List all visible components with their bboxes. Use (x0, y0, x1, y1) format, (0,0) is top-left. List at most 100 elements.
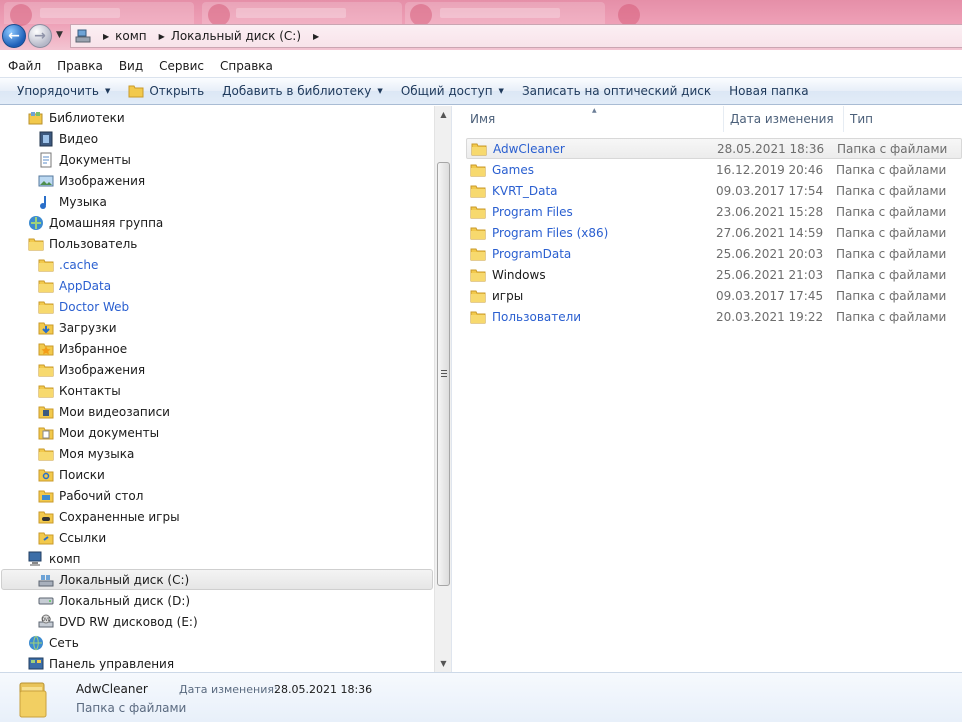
column-header-name[interactable]: Имя (452, 106, 724, 132)
folder-icon (470, 163, 486, 177)
nav-item[interactable]: Локальный диск (C:) (1, 569, 433, 590)
menu-file[interactable]: Файл (0, 59, 49, 73)
nav-item[interactable]: Видео (38, 128, 98, 149)
scroll-thumb[interactable] (437, 162, 450, 586)
nav-item[interactable]: DVD DVD RW дисковод (E:) (38, 611, 198, 632)
burn-button[interactable]: Записать на оптический диск (513, 78, 720, 104)
menu-help[interactable]: Справка (212, 59, 281, 73)
recent-pages-dropdown[interactable]: ▼ (56, 30, 63, 40)
file-type: Папка с файлами (836, 162, 947, 177)
address-bar[interactable]: ▶ комп ▶ Локальный диск (C:) ▶ (70, 24, 962, 48)
nav-item[interactable]: AppData (38, 275, 111, 296)
nav-item[interactable]: комп (28, 548, 81, 569)
breadcrumb-separator-icon[interactable]: ▶ (159, 32, 165, 41)
file-type: Папка с файлами (836, 183, 947, 198)
nav-item[interactable]: Сохраненные игры (38, 506, 180, 527)
pictures-folder-icon (38, 362, 54, 378)
column-headers: Имя Дата изменения Тип (452, 106, 962, 132)
nav-item[interactable]: Моя музыка (38, 443, 134, 464)
breadcrumb-separator-icon[interactable]: ▶ (103, 32, 109, 41)
organize-label: Упорядочить (17, 84, 99, 98)
file-date: 09.03.2017 17:45 (716, 288, 824, 303)
file-row[interactable]: KVRT_Data 09.03.2017 17:54 Папка с файлами (466, 180, 962, 201)
file-name: AdwCleaner (493, 141, 565, 156)
file-row[interactable]: ProgramData 25.06.2021 20:03 Папка с файла… (466, 243, 962, 264)
scroll-down-arrow-icon[interactable]: ▼ (435, 655, 452, 672)
file-row[interactable]: AdwCleaner 28.05.2021 18:36 Папка с файлам… (466, 138, 962, 159)
file-row[interactable]: Program Files (x86) 27.06.2021 14:59 Папка… (466, 222, 962, 243)
nav-item[interactable]: Библиотеки (28, 107, 125, 128)
file-row[interactable]: игры 09.03.2017 17:45 Папка с файлами (466, 285, 962, 306)
file-row[interactable]: Пользователи 20.03.2021 19:22 Папка с файл… (466, 306, 962, 327)
nav-item[interactable]: Ссылки (38, 527, 106, 548)
nav-item[interactable]: Doctor Web (38, 296, 129, 317)
dropdown-caret-icon: ▼ (498, 87, 504, 95)
column-header-type[interactable]: Тип (844, 106, 962, 132)
folder-icon (38, 278, 54, 294)
local-disk-icon (38, 572, 54, 588)
tab-title-blur (40, 8, 120, 18)
nav-item[interactable]: Пользователь (28, 233, 137, 254)
nav-item-label: .cache (59, 257, 99, 272)
nav-item[interactable]: Изображения (38, 359, 145, 380)
nav-item[interactable]: Контакты (38, 380, 121, 401)
file-type: Папка с файлами (836, 225, 947, 240)
nav-item[interactable]: Панель управления (28, 653, 174, 672)
file-name-cell: Games (466, 163, 710, 177)
nav-item[interactable]: Поиски (38, 464, 105, 485)
back-button[interactable]: ← (2, 24, 26, 48)
documents-library-icon (38, 152, 54, 168)
nav-item[interactable]: Мои видеозаписи (38, 401, 170, 422)
nav-item[interactable]: Мои документы (38, 422, 159, 443)
breadcrumb-separator-icon[interactable]: ▶ (313, 32, 319, 41)
file-type: Папка с файлами (836, 288, 947, 303)
file-name-cell: Program Files (466, 205, 710, 219)
file-type: Папка с файлами (836, 267, 947, 282)
file-row[interactable]: Windows 25.06.2021 21:03 Папка с файлами (466, 264, 962, 285)
share-button[interactable]: Общий доступ ▼ (392, 78, 513, 104)
file-row[interactable]: Games 16.12.2019 20:46 Папка с файлами (466, 159, 962, 180)
nav-item-label: DVD RW дисковод (E:) (59, 614, 198, 629)
open-button[interactable]: Открыть (119, 78, 213, 104)
downloads-icon (38, 320, 54, 336)
menu-tools[interactable]: Сервис (151, 59, 212, 73)
nav-item-label: Сохраненные игры (59, 509, 180, 524)
nav-item[interactable]: Загрузки (38, 317, 117, 338)
menu-edit[interactable]: Правка (49, 59, 111, 73)
menu-view[interactable]: Вид (111, 59, 151, 73)
add-to-library-button[interactable]: Добавить в библиотеку ▼ (213, 78, 392, 104)
details-modified-label: Дата изменения: (179, 683, 278, 696)
file-date: 23.06.2021 15:28 (716, 204, 824, 219)
file-row[interactable]: Program Files 23.06.2021 15:28 Папка с фай… (466, 201, 962, 222)
nav-item[interactable]: Изображения (38, 170, 145, 191)
drive-icon (38, 593, 54, 609)
nav-item[interactable]: Избранное (38, 338, 127, 359)
nav-item-label: Документы (59, 152, 131, 167)
breadcrumb-computer[interactable]: комп (115, 29, 147, 43)
back-arrow-icon: ← (8, 28, 20, 44)
nav-item[interactable]: Документы (38, 149, 131, 170)
nav-item[interactable]: Сеть (28, 632, 79, 653)
music-library-icon (38, 194, 54, 210)
nav-item[interactable]: .cache (38, 254, 98, 275)
nav-item-label: Локальный диск (C:) (59, 572, 190, 587)
column-header-date[interactable]: Дата изменения (724, 106, 844, 132)
details-item-type: Папка с файлами (76, 701, 187, 715)
new-folder-button[interactable]: Новая папка (720, 78, 817, 104)
nav-item[interactable]: Локальный диск (D:) (38, 590, 190, 611)
file-name: Windows (492, 267, 546, 282)
navigation-scrollbar[interactable]: ▲ ▼ (434, 106, 451, 672)
scroll-up-arrow-icon[interactable]: ▲ (435, 106, 452, 123)
svg-text:DVD: DVD (42, 617, 51, 622)
nav-item[interactable]: Домашняя группа (28, 212, 163, 233)
file-name: игры (492, 288, 524, 303)
forward-button[interactable]: → (28, 24, 52, 48)
video-library-icon (38, 131, 54, 147)
file-date: 28.05.2021 18:36 (717, 141, 825, 156)
breadcrumb-local-disk[interactable]: Локальный диск (C:) (171, 29, 301, 43)
nav-item[interactable]: Музыка (38, 191, 107, 212)
dropdown-caret-icon: ▼ (377, 87, 383, 95)
new-tab-icon[interactable] (618, 4, 640, 26)
organize-button[interactable]: Упорядочить ▼ (8, 78, 119, 104)
nav-item[interactable]: Рабочий стол (38, 485, 143, 506)
